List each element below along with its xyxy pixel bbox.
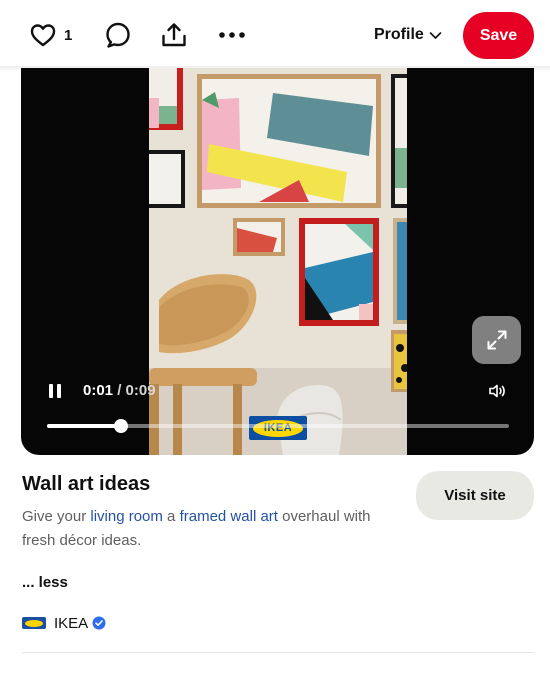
profile-board-dropdown[interactable]: Profile — [374, 22, 442, 48]
comment-button[interactable] — [103, 20, 133, 50]
expand-fullscreen-button[interactable] — [472, 316, 521, 364]
pause-button[interactable] — [47, 382, 63, 400]
section-divider — [22, 652, 534, 653]
creator-attribution[interactable]: IKEA — [22, 613, 106, 633]
chevron-down-icon — [429, 31, 442, 39]
verified-badge-icon — [92, 616, 106, 630]
video-timestamp: 0:01 / 0:09 — [83, 382, 156, 399]
description-text-1: Give your — [22, 508, 91, 525]
pause-icon — [49, 384, 61, 398]
current-time: 0:01 — [83, 382, 114, 399]
more-options-button[interactable] — [216, 22, 248, 48]
profile-dropdown-label: Profile — [374, 26, 424, 43]
video-progress-bar[interactable] — [47, 419, 509, 433]
video-scrubber-handle[interactable] — [113, 419, 128, 433]
like-button[interactable]: 1 — [30, 20, 72, 50]
ikea-video-logo: IKEA — [249, 416, 307, 440]
video-still-image — [149, 68, 407, 455]
volume-speaker-icon — [489, 384, 505, 398]
video-player[interactable]: IKEA 0:01 / 0:09 — [21, 68, 534, 455]
volume-button[interactable] — [487, 382, 507, 400]
pin-action-bar: 1 Profile Save — [0, 0, 550, 72]
ikea-logo-icon — [22, 617, 46, 629]
share-upload-icon — [162, 23, 186, 47]
ellipsis-icon — [219, 32, 245, 38]
visit-site-button[interactable]: Visit site — [416, 471, 534, 520]
time-separator: / — [117, 382, 122, 399]
expand-arrows-icon — [487, 330, 506, 350]
framed-wall-art-link[interactable]: framed wall art — [180, 508, 278, 525]
like-count: 1 — [64, 26, 73, 44]
video-progress-fill — [47, 424, 121, 428]
pin-description: Give your living room a framed wall art … — [22, 505, 402, 553]
save-button[interactable]: Save — [463, 12, 534, 59]
share-button[interactable] — [158, 19, 190, 51]
pin-title: Wall art ideas — [22, 473, 151, 495]
living-room-link[interactable]: living room — [90, 508, 163, 525]
creator-name[interactable]: IKEA — [54, 615, 88, 632]
video-duration: 0:09 — [125, 382, 156, 399]
video-frame: IKEA — [149, 68, 407, 455]
comment-icon — [106, 22, 130, 48]
heart-icon — [30, 24, 56, 47]
show-less-toggle[interactable]: ... less — [22, 574, 68, 591]
description-text-2: a — [162, 508, 180, 525]
